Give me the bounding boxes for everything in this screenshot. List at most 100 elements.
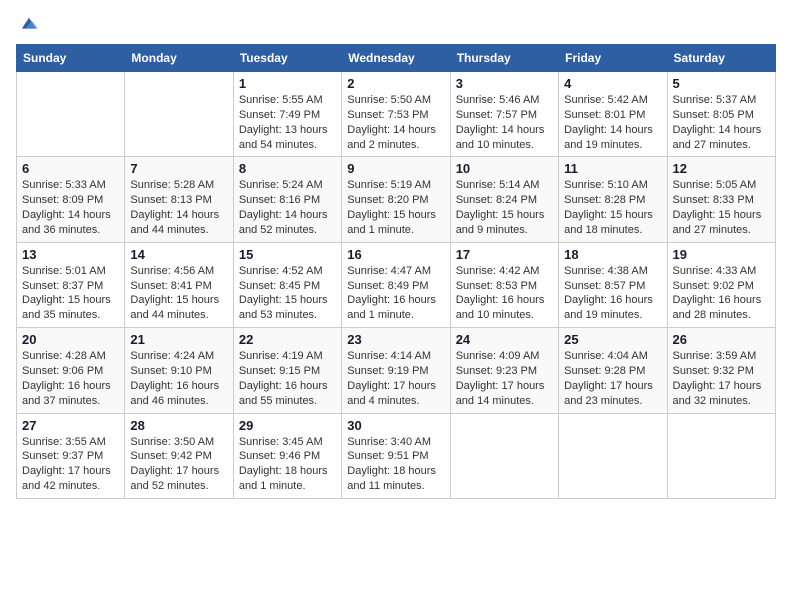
day-info: Sunrise: 4:19 AM Sunset: 9:15 PM Dayligh… xyxy=(239,349,336,408)
day-number: 10 xyxy=(456,161,553,176)
day-info: Sunrise: 4:04 AM Sunset: 9:28 PM Dayligh… xyxy=(564,349,661,408)
day-number: 29 xyxy=(239,418,336,433)
day-number: 7 xyxy=(130,161,227,176)
logo-icon xyxy=(20,16,38,34)
calendar-week-row: 13 Sunrise: 5:01 AM Sunset: 8:37 PM Dayli… xyxy=(17,242,776,327)
day-number: 13 xyxy=(22,247,119,262)
day-info: Sunrise: 5:05 AM Sunset: 8:33 PM Dayligh… xyxy=(673,178,770,237)
day-number: 25 xyxy=(564,332,661,347)
calendar-cell: 22 Sunrise: 4:19 AM Sunset: 9:15 PM Dayli… xyxy=(233,328,341,413)
calendar-cell: 14 Sunrise: 4:56 AM Sunset: 8:41 PM Dayli… xyxy=(125,242,233,327)
day-number: 18 xyxy=(564,247,661,262)
weekday-header-thursday: Thursday xyxy=(450,45,558,72)
calendar-cell: 21 Sunrise: 4:24 AM Sunset: 9:10 PM Dayli… xyxy=(125,328,233,413)
day-number: 8 xyxy=(239,161,336,176)
calendar-cell: 30Sunrise: 3:40 AM Sunset: 9:51 PM Dayli… xyxy=(342,413,450,498)
day-number: 11 xyxy=(564,161,661,176)
day-info: Sunrise: 5:46 AM Sunset: 7:57 PM Dayligh… xyxy=(456,93,553,152)
calendar-cell: 3 Sunrise: 5:46 AM Sunset: 7:57 PM Daylig… xyxy=(450,72,558,157)
day-info: Sunrise: 5:37 AM Sunset: 8:05 PM Dayligh… xyxy=(673,93,770,152)
calendar-cell: 23Sunrise: 4:14 AM Sunset: 9:19 PM Dayli… xyxy=(342,328,450,413)
day-info: Sunrise: 4:38 AM Sunset: 8:57 PM Dayligh… xyxy=(564,264,661,323)
weekday-header-wednesday: Wednesday xyxy=(342,45,450,72)
calendar-cell: 16Sunrise: 4:47 AM Sunset: 8:49 PM Dayli… xyxy=(342,242,450,327)
day-number: 14 xyxy=(130,247,227,262)
day-number: 4 xyxy=(564,76,661,91)
day-info: Sunrise: 5:24 AM Sunset: 8:16 PM Dayligh… xyxy=(239,178,336,237)
day-number: 16 xyxy=(347,247,444,262)
day-info: Sunrise: 4:33 AM Sunset: 9:02 PM Dayligh… xyxy=(673,264,770,323)
day-info: Sunrise: 5:50 AM Sunset: 7:53 PM Dayligh… xyxy=(347,93,444,152)
calendar-table: SundayMondayTuesdayWednesdayThursdayFrid… xyxy=(16,44,776,499)
day-number: 26 xyxy=(673,332,770,347)
day-info: Sunrise: 4:24 AM Sunset: 9:10 PM Dayligh… xyxy=(130,349,227,408)
calendar-cell xyxy=(450,413,558,498)
calendar-cell xyxy=(17,72,125,157)
calendar-cell: 13 Sunrise: 5:01 AM Sunset: 8:37 PM Dayli… xyxy=(17,242,125,327)
calendar-cell: 27 Sunrise: 3:55 AM Sunset: 9:37 PM Dayli… xyxy=(17,413,125,498)
weekday-header-sunday: Sunday xyxy=(17,45,125,72)
day-info: Sunrise: 5:01 AM Sunset: 8:37 PM Dayligh… xyxy=(22,264,119,323)
calendar-cell: 2 Sunrise: 5:50 AM Sunset: 7:53 PM Daylig… xyxy=(342,72,450,157)
calendar-cell: 12 Sunrise: 5:05 AM Sunset: 8:33 PM Dayli… xyxy=(667,157,775,242)
day-info: Sunrise: 5:55 AM Sunset: 7:49 PM Dayligh… xyxy=(239,93,336,152)
day-number: 9 xyxy=(347,161,444,176)
calendar-week-row: 1Sunrise: 5:55 AM Sunset: 7:49 PM Daylig… xyxy=(17,72,776,157)
day-number: 21 xyxy=(130,332,227,347)
calendar-cell: 17 Sunrise: 4:42 AM Sunset: 8:53 PM Dayli… xyxy=(450,242,558,327)
calendar-cell: 5 Sunrise: 5:37 AM Sunset: 8:05 PM Daylig… xyxy=(667,72,775,157)
day-number: 27 xyxy=(22,418,119,433)
day-number: 15 xyxy=(239,247,336,262)
weekday-header-monday: Monday xyxy=(125,45,233,72)
day-number: 19 xyxy=(673,247,770,262)
weekday-header-tuesday: Tuesday xyxy=(233,45,341,72)
day-number: 12 xyxy=(673,161,770,176)
day-info: Sunrise: 4:09 AM Sunset: 9:23 PM Dayligh… xyxy=(456,349,553,408)
calendar-cell: 9 Sunrise: 5:19 AM Sunset: 8:20 PM Daylig… xyxy=(342,157,450,242)
calendar-cell: 24 Sunrise: 4:09 AM Sunset: 9:23 PM Dayli… xyxy=(450,328,558,413)
calendar-cell: 7 Sunrise: 5:28 AM Sunset: 8:13 PM Daylig… xyxy=(125,157,233,242)
day-number: 3 xyxy=(456,76,553,91)
day-number: 24 xyxy=(456,332,553,347)
day-number: 28 xyxy=(130,418,227,433)
calendar-cell: 26 Sunrise: 3:59 AM Sunset: 9:32 PM Dayli… xyxy=(667,328,775,413)
calendar-week-row: 6Sunrise: 5:33 AM Sunset: 8:09 PM Daylig… xyxy=(17,157,776,242)
calendar-cell: 10 Sunrise: 5:14 AM Sunset: 8:24 PM Dayli… xyxy=(450,157,558,242)
day-info: Sunrise: 5:14 AM Sunset: 8:24 PM Dayligh… xyxy=(456,178,553,237)
day-info: Sunrise: 4:28 AM Sunset: 9:06 PM Dayligh… xyxy=(22,349,119,408)
weekday-header-saturday: Saturday xyxy=(667,45,775,72)
calendar-cell: 29 Sunrise: 3:45 AM Sunset: 9:46 PM Dayli… xyxy=(233,413,341,498)
calendar-week-row: 27 Sunrise: 3:55 AM Sunset: 9:37 PM Dayli… xyxy=(17,413,776,498)
day-number: 23 xyxy=(347,332,444,347)
day-info: Sunrise: 3:55 AM Sunset: 9:37 PM Dayligh… xyxy=(22,435,119,494)
day-number: 5 xyxy=(673,76,770,91)
calendar-cell: 8 Sunrise: 5:24 AM Sunset: 8:16 PM Daylig… xyxy=(233,157,341,242)
day-info: Sunrise: 5:10 AM Sunset: 8:28 PM Dayligh… xyxy=(564,178,661,237)
day-info: Sunrise: 4:42 AM Sunset: 8:53 PM Dayligh… xyxy=(456,264,553,323)
calendar-cell xyxy=(667,413,775,498)
logo xyxy=(16,16,38,34)
calendar-header-row: SundayMondayTuesdayWednesdayThursdayFrid… xyxy=(17,45,776,72)
day-number: 20 xyxy=(22,332,119,347)
calendar-cell: 18 Sunrise: 4:38 AM Sunset: 8:57 PM Dayli… xyxy=(559,242,667,327)
calendar-cell xyxy=(559,413,667,498)
day-number: 17 xyxy=(456,247,553,262)
calendar-cell: 15Sunrise: 4:52 AM Sunset: 8:45 PM Dayli… xyxy=(233,242,341,327)
day-info: Sunrise: 3:59 AM Sunset: 9:32 PM Dayligh… xyxy=(673,349,770,408)
day-info: Sunrise: 4:56 AM Sunset: 8:41 PM Dayligh… xyxy=(130,264,227,323)
day-info: Sunrise: 3:45 AM Sunset: 9:46 PM Dayligh… xyxy=(239,435,336,494)
day-info: Sunrise: 5:42 AM Sunset: 8:01 PM Dayligh… xyxy=(564,93,661,152)
calendar-cell xyxy=(125,72,233,157)
day-number: 30 xyxy=(347,418,444,433)
day-info: Sunrise: 5:28 AM Sunset: 8:13 PM Dayligh… xyxy=(130,178,227,237)
day-info: Sunrise: 3:50 AM Sunset: 9:42 PM Dayligh… xyxy=(130,435,227,494)
calendar-week-row: 20 Sunrise: 4:28 AM Sunset: 9:06 PM Dayli… xyxy=(17,328,776,413)
calendar-cell: 6Sunrise: 5:33 AM Sunset: 8:09 PM Daylig… xyxy=(17,157,125,242)
day-number: 2 xyxy=(347,76,444,91)
calendar-cell: 11 Sunrise: 5:10 AM Sunset: 8:28 PM Dayli… xyxy=(559,157,667,242)
weekday-header-friday: Friday xyxy=(559,45,667,72)
day-number: 22 xyxy=(239,332,336,347)
calendar-cell: 1Sunrise: 5:55 AM Sunset: 7:49 PM Daylig… xyxy=(233,72,341,157)
calendar-cell: 4 Sunrise: 5:42 AM Sunset: 8:01 PM Daylig… xyxy=(559,72,667,157)
day-info: Sunrise: 5:19 AM Sunset: 8:20 PM Dayligh… xyxy=(347,178,444,237)
